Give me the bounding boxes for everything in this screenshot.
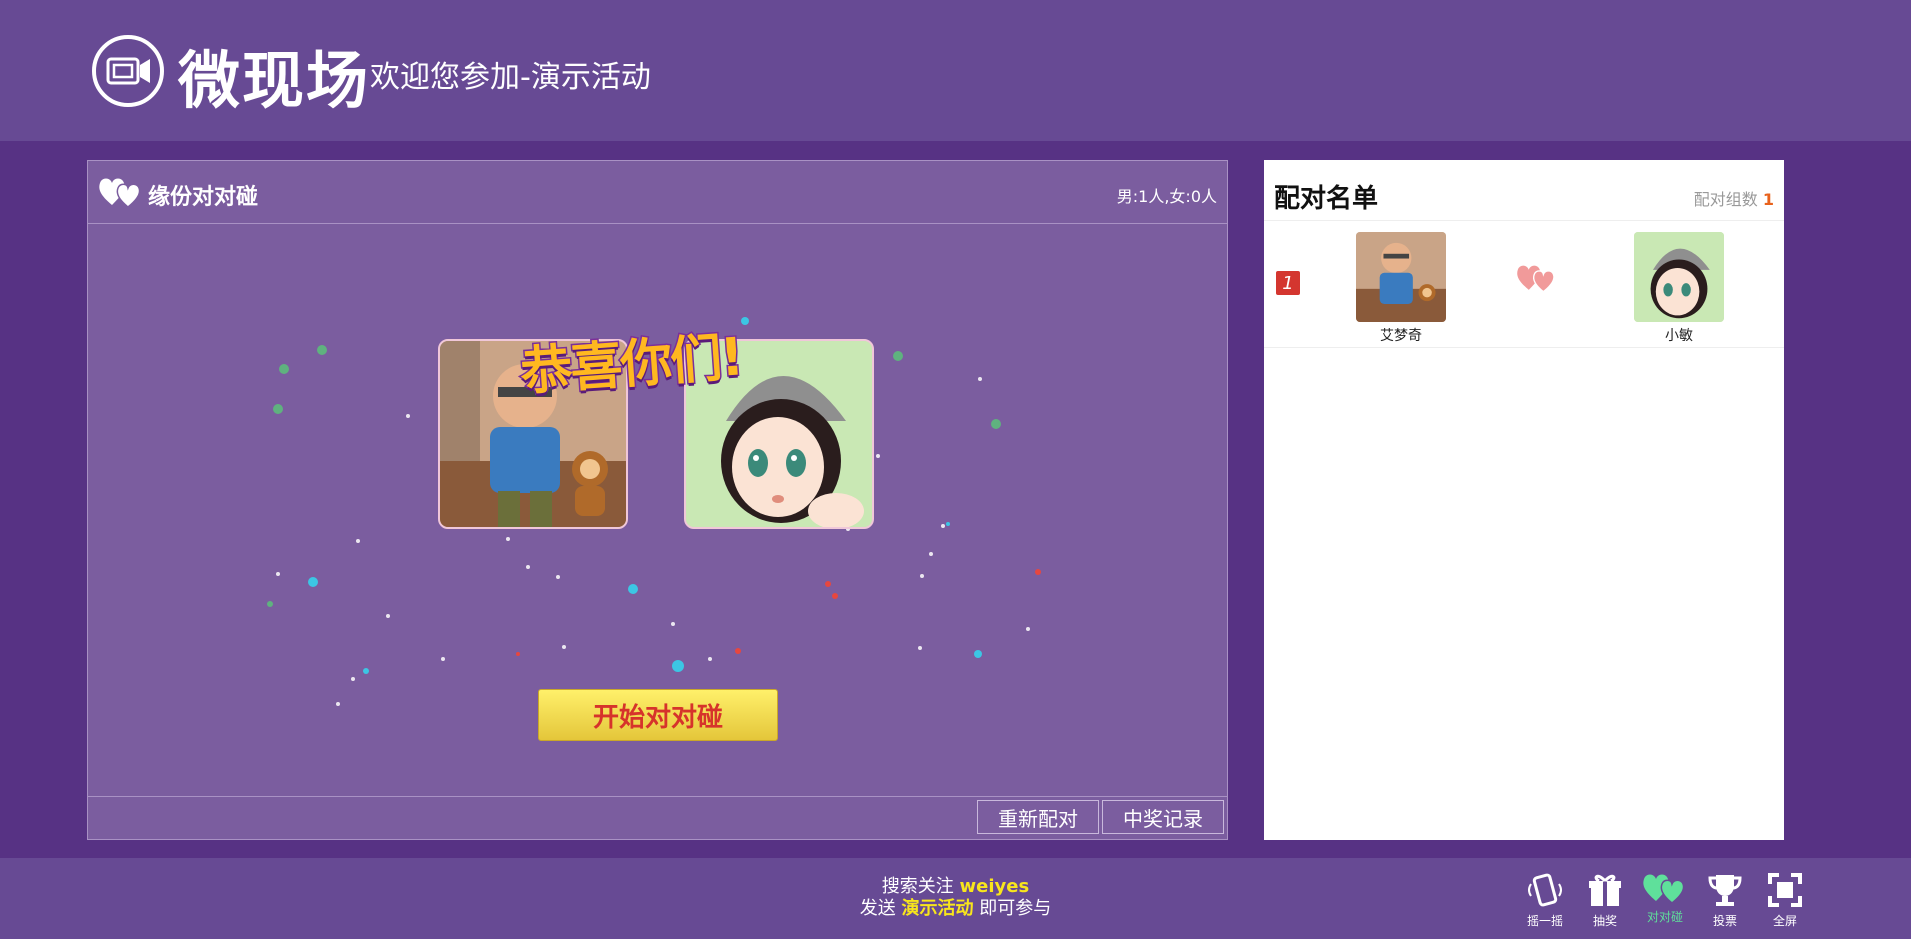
tool-match[interactable]: 对对碰: [1641, 870, 1689, 925]
hearts-icon: [1517, 265, 1555, 293]
congrats-banner: 恭喜你们!: [517, 326, 745, 404]
tool-label: 抽奖: [1592, 914, 1617, 928]
panel-footer: 重新配对 中奖记录: [88, 796, 1227, 839]
pair-avatar-b: [1634, 232, 1724, 322]
brand-title: 微现场: [178, 44, 371, 117]
tool-label: 投票: [1712, 914, 1737, 928]
pair-name-a: 艾梦奇: [1380, 328, 1422, 344]
match-game-panel: 缘份对对碰 男:1人,女:0人 恭喜你们! 开始对对碰 重新配对 中奖记录: [87, 160, 1228, 840]
pair-count-value: 1: [1762, 190, 1774, 209]
shake-icon: [1528, 873, 1562, 907]
tool-label: 对对碰: [1646, 910, 1683, 924]
panel-title: 缘份对对碰: [148, 185, 259, 210]
camera-icon: [92, 35, 164, 107]
gender-count: 男:1人,女:0人: [1116, 187, 1217, 206]
tool-label: 摇一摇: [1526, 914, 1563, 928]
tool-label: 全屏: [1772, 914, 1797, 928]
pair-row: 1 艾梦奇 小敏: [1264, 222, 1784, 348]
follow-keyword: 演示活动: [901, 898, 974, 919]
tool-fullscreen[interactable]: 全屏: [1761, 870, 1809, 929]
rematch-button[interactable]: 重新配对: [977, 800, 1099, 834]
header: 微现场 欢迎您参加-演示活动: [0, 0, 1911, 141]
sparkle-decoration: [267, 317, 1041, 706]
game-stage: 恭喜你们! 开始对对碰: [88, 224, 1227, 759]
divider: [1264, 220, 1784, 221]
welcome-text: 欢迎您参加-演示活动: [370, 60, 651, 95]
pair-avatar-a: [1356, 232, 1446, 322]
pair-list-panel: 配对名单 配对组数 1 1 艾梦奇 小敏: [1264, 160, 1784, 840]
hearts-icon: [99, 178, 141, 208]
follow-line1-prefix: 搜索关注: [881, 876, 954, 897]
records-button[interactable]: 中奖记录: [1102, 800, 1224, 834]
panel-header: 缘份对对碰 男:1人,女:0人: [88, 161, 1227, 224]
start-match-button[interactable]: 开始对对碰: [538, 689, 778, 741]
follow-account: weiyes: [959, 876, 1030, 897]
rank-badge: 1: [1276, 271, 1300, 295]
hearts-icon: [1643, 874, 1685, 904]
tool-shake[interactable]: 摇一摇: [1521, 870, 1569, 929]
gift-icon: [1589, 874, 1621, 906]
pair-count-label: 配对组数: [1693, 190, 1758, 209]
pair-list-title: 配对名单: [1274, 184, 1379, 214]
tool-lottery[interactable]: 抽奖: [1581, 870, 1629, 929]
fullscreen-icon: [1768, 873, 1802, 907]
follow-line2-prefix: 发送: [859, 898, 896, 919]
pair-count: 配对组数 1: [1694, 186, 1774, 210]
tool-vote[interactable]: 投票: [1701, 870, 1749, 929]
trophy-icon: [1708, 875, 1742, 906]
follow-line2-suffix: 即可参与: [979, 898, 1052, 919]
pair-name-b: 小敏: [1665, 328, 1693, 344]
bottom-bar: 搜索关注 weiyes 发送 演示活动 即可参与 摇一摇 抽奖 对对碰 投票 全…: [0, 858, 1911, 939]
